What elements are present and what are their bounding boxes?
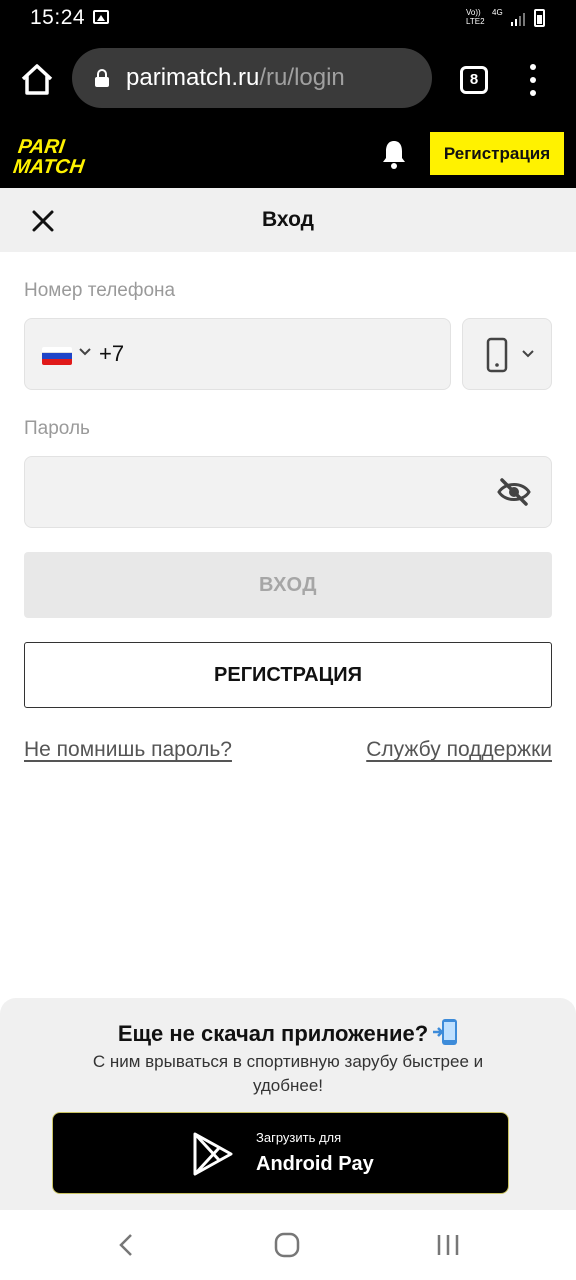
signal-icon <box>511 13 525 26</box>
parimatch-logo[interactable]: PARI MATCH <box>12 134 134 176</box>
tab-switcher-button[interactable]: 8 <box>460 66 488 94</box>
mobile-arrow-icon <box>433 1019 458 1045</box>
network-type: 4G <box>492 8 503 17</box>
android-download-button[interactable]: Загрузить для Android Pay <box>52 1112 509 1194</box>
play-store-icon <box>193 1132 233 1176</box>
system-navigation-bar <box>0 1210 576 1280</box>
smartphone-icon <box>486 337 508 373</box>
url-bar[interactable]: parimatch.ru/ru/login <box>72 48 432 108</box>
home-nav-icon[interactable] <box>274 1232 300 1258</box>
password-label: Пароль <box>24 418 90 439</box>
header-register-button[interactable]: Регистрация <box>430 132 564 175</box>
site-header: PARI MATCH Регистрация <box>0 122 576 188</box>
promo-title: Еще не скачал приложение? <box>0 1018 576 1047</box>
screen: 15:24 Vo)) LTE2 4G parimatch.ru/ru/login… <box>0 0 576 1280</box>
lock-icon <box>95 69 109 87</box>
battery-icon <box>534 9 545 27</box>
app-promo: Еще не скачал приложение? С ним врыватьс… <box>0 998 576 1210</box>
promo-text: С ним врываться в спортивную зарубу быст… <box>92 1052 484 1095</box>
status-time: 15:24 <box>30 6 86 29</box>
svg-text:PARI: PARI <box>17 136 67 158</box>
store-caption: Загрузить для <box>256 1130 342 1145</box>
bell-icon[interactable] <box>380 138 408 170</box>
status-bar: 15:24 Vo)) LTE2 4G <box>0 0 576 36</box>
chevron-down-icon[interactable] <box>78 347 92 357</box>
phone-field[interactable]: +7 <box>24 318 451 390</box>
recent-apps-icon[interactable] <box>436 1234 460 1256</box>
volte-indicator: Vo)) LTE2 <box>466 8 485 26</box>
image-notification-icon <box>93 10 109 24</box>
device-type-select[interactable] <box>462 318 552 390</box>
phone-input[interactable] <box>133 333 433 377</box>
chevron-down-icon <box>522 350 534 358</box>
home-icon[interactable] <box>18 60 56 98</box>
more-menu-icon[interactable] <box>526 64 540 98</box>
russia-flag-icon[interactable] <box>42 347 72 365</box>
page-title: Вход <box>262 208 314 231</box>
login-title-bar: Вход <box>0 188 576 252</box>
forgot-password-link[interactable]: Не помнишь пароль? <box>24 738 232 762</box>
password-input[interactable] <box>41 471 481 515</box>
store-name: Android Pay <box>256 1153 374 1175</box>
register-button[interactable]: РЕГИСТРАЦИЯ <box>24 642 552 708</box>
password-field[interactable] <box>24 456 552 528</box>
login-button[interactable]: ВХОД <box>24 552 552 618</box>
browser-toolbar: parimatch.ru/ru/login 8 <box>0 36 576 122</box>
eye-off-icon[interactable] <box>497 477 531 507</box>
phone-country-code: +7 <box>99 341 125 366</box>
support-link[interactable]: Службу поддержки <box>334 738 552 762</box>
svg-text:MATCH: MATCH <box>12 156 86 176</box>
url-text: parimatch.ru/ru/login <box>126 64 345 91</box>
phone-label: Номер телефона <box>24 280 176 301</box>
back-icon[interactable] <box>116 1232 136 1258</box>
